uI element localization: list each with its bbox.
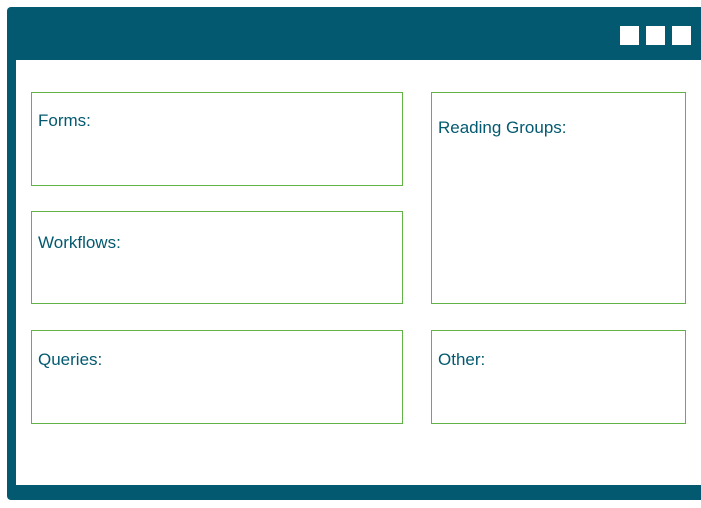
workflows-label: Workflows: (38, 233, 121, 252)
window-square-icon[interactable] (620, 26, 639, 45)
queries-label: Queries: (38, 350, 103, 369)
workflows-panel: Workflows: (31, 211, 403, 304)
reading-groups-panel: Reading Groups: (431, 92, 686, 304)
forms-panel: Forms: (31, 92, 403, 186)
other-panel: Other: (431, 330, 686, 424)
queries-panel: Queries: (31, 330, 403, 424)
window-square-icon[interactable] (646, 26, 665, 45)
window-square-icon[interactable] (672, 26, 691, 45)
forms-label: Forms: (38, 111, 91, 130)
reading-groups-label: Reading Groups: (438, 118, 567, 137)
other-label: Other: (438, 350, 486, 369)
